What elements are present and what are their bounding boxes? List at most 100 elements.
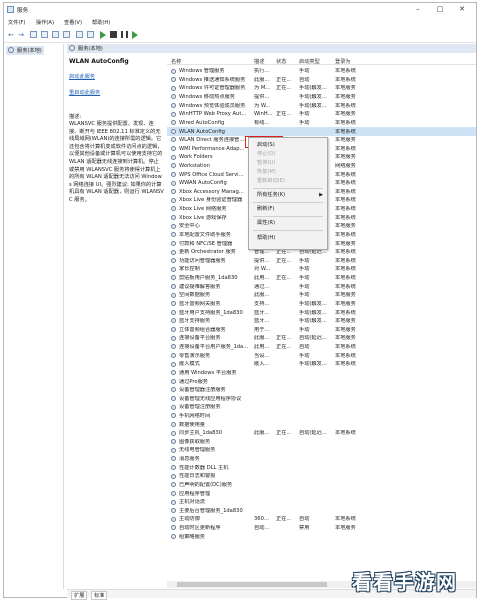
table-row[interactable]: 蓝牙音频网关服务 支持... 手动(触发... 本地服务 (167, 300, 476, 309)
table-row[interactable]: Windows 预览体验成员服务 为 W... 手动(触发... 本地系统 (167, 101, 476, 110)
table-row[interactable]: 组策略服务 (167, 532, 476, 541)
table-row[interactable]: Windows 管理服务 执行... 手动 本地系统 (167, 67, 476, 76)
cell-name: 连接设备平台服务 (179, 335, 221, 342)
menu-help[interactable]: 帮助(H) (92, 19, 110, 26)
table-row[interactable]: 剪贴板用户服务_1da830 此用... 正在... 手动 本地系统 (167, 274, 476, 283)
table-row[interactable]: 主要后台管理服务_1da830 (167, 507, 476, 516)
cell-start: 手动(触发... (299, 318, 327, 325)
table-row[interactable]: 空间数据服务 此服... 手动 本地服务 (167, 291, 476, 300)
cell-logon: 本地系统 (335, 128, 356, 135)
table-row[interactable]: 手机网络时间 (167, 412, 476, 421)
table-row[interactable]: 数据使用量 (167, 420, 476, 429)
cell-name: Work Folders (179, 154, 213, 161)
table-row[interactable]: 同步主机_1da830 此服... 正在... 自动(延迟... 本地系统 (167, 429, 476, 438)
table-row[interactable]: 应用程序管理 (167, 489, 476, 498)
table-row[interactable]: 通过Pro服务 (167, 377, 476, 386)
menu-item-stop[interactable]: 停止(O) (249, 150, 327, 159)
close-button[interactable]: ✕ (454, 4, 470, 14)
table-row[interactable]: 设备管理无线应用程序协议 (167, 395, 476, 404)
back-arrow-icon[interactable]: ← (7, 31, 15, 39)
properties-icon[interactable] (41, 31, 48, 38)
cell-name: Workstation (179, 163, 210, 169)
start-service-icon[interactable] (100, 31, 106, 39)
table-row[interactable]: WLAN AutoConfig 本地系统 (167, 127, 476, 136)
table-row[interactable]: Windows 许可证管理器服务 为 M... 正在... 手动(触发... 本地服务 (167, 84, 476, 93)
column-startup-type[interactable]: 启动类型 (299, 58, 320, 65)
menu-item-all-tasks[interactable]: 所有任务(K) ▶ (249, 191, 327, 200)
table-row[interactable]: 连接设备平台服务 此服... 正在... 自动(延迟... 本地服务 (167, 334, 476, 343)
menu-item-properties[interactable]: 属性(R) (249, 219, 327, 228)
table-row[interactable]: 通用 Windows 平台服务 (167, 369, 476, 378)
menu-item-pause[interactable]: 暂停(U) (249, 159, 327, 168)
refresh-icon[interactable] (52, 31, 59, 38)
table-row[interactable]: 性能计数器 DLL 主机 (167, 464, 476, 473)
table-row[interactable]: WinHTTP Web Proxy Aut... WinH... 正在... 手动 本地… (167, 110, 476, 119)
cell-name: 设备管理无线应用程序协议 (179, 395, 242, 402)
table-row[interactable]: 蓝牙支持服务 蓝牙... 手动(触发... 本地服务 (167, 317, 476, 326)
menu-item-refresh[interactable]: 刷新(F) (249, 205, 327, 214)
cell-logon: 本地服务 (335, 525, 356, 532)
service-gear-icon (171, 223, 176, 229)
forward-arrow-icon[interactable]: → (17, 31, 25, 39)
console-tree-icon[interactable] (30, 31, 37, 38)
column-name[interactable]: 名称 (171, 58, 181, 65)
table-row[interactable]: 无线电管理服务 (167, 446, 476, 455)
table-row[interactable]: 消息服务 (167, 455, 476, 464)
table-row[interactable]: 已声明的配置(DC)服务 (167, 481, 476, 490)
help-icon[interactable] (76, 31, 83, 38)
table-row[interactable]: 功能访问管理器服务 提供... 正在... 手动 本地系统 (167, 257, 476, 266)
table-row[interactable]: 连接设备平台用户服务_1da... 此用... 正在... 自动 本地系统 (167, 343, 476, 352)
cell-desc: 蓝牙... (254, 309, 270, 316)
table-row[interactable]: 设备管理注册服务 (167, 403, 476, 412)
restart-service-icon[interactable] (132, 31, 138, 39)
menu-item-restart[interactable]: 重新启动(E) (249, 177, 327, 186)
tab-extended[interactable]: 扩展 (71, 591, 88, 600)
table-row[interactable]: 设备管理器注册服务 (167, 386, 476, 395)
table-row[interactable]: 自动时区更新程序 自动... 禁用 本地服务 (167, 524, 476, 533)
pause-service-icon[interactable] (121, 31, 128, 38)
cell-logon: 本地服务 (335, 300, 356, 307)
cell-start: 手动 (299, 68, 310, 75)
menu-item-resume[interactable]: 恢复(M) (249, 168, 327, 177)
table-row[interactable]: 蓝牙用户支持服务_1da830 蓝牙... 手动(触发... 本地系统 (167, 308, 476, 317)
column-description[interactable]: 描述 (254, 58, 264, 65)
service-gear-icon (171, 189, 176, 195)
tree-item-services-local[interactable]: 服务(本地) (6, 46, 44, 55)
service-gear-icon (171, 490, 176, 496)
menu-item-help[interactable]: 帮助(H) (249, 234, 327, 243)
cell-logon: 本地系统 (335, 231, 356, 238)
restart-service-link[interactable]: 重启动此服务 (69, 90, 164, 97)
table-row[interactable]: 立体音频组合器服务 用于... 手动 本地服务 (167, 326, 476, 335)
cell-start: 手动 (299, 257, 310, 264)
menu-file[interactable]: 文件(F) (8, 19, 25, 26)
table-row[interactable]: 主动防御 360... 正在... 自动 本地系统 (167, 515, 476, 524)
scrollbar-thumb[interactable] (177, 582, 327, 587)
minimize-button[interactable]: – (410, 4, 426, 14)
tab-standard[interactable]: 标准 (91, 591, 108, 600)
cell-start: 自动 (299, 76, 310, 83)
menu-view[interactable]: 查看(V) (64, 19, 82, 26)
table-row[interactable]: 零售演示服务 当设... 手动 本地系统 (167, 351, 476, 360)
table-row[interactable]: 主机对话流 (167, 498, 476, 507)
cell-name: 主要后台管理服务_1da830 (179, 507, 243, 514)
show-hide-icon[interactable] (87, 31, 94, 38)
stop-service-icon[interactable] (110, 31, 117, 38)
export-list-icon[interactable] (63, 31, 70, 38)
cell-name: 主机对话流 (179, 499, 205, 506)
service-gear-icon (171, 77, 176, 83)
table-row[interactable]: Wired AutoConfig 有线... 手动 本地系统 (167, 119, 476, 128)
table-row[interactable]: 家长控制 对 W... 手动 本地系统 (167, 265, 476, 274)
menu-item-start[interactable]: 启动(S) (249, 141, 327, 150)
start-service-link[interactable]: 启动此服务 (69, 74, 164, 81)
table-row[interactable]: 图像获取服务 (167, 438, 476, 447)
table-row[interactable]: 建议疑难解答服务 通过... 手动 本地系统 (167, 283, 476, 292)
table-row[interactable]: 嵌入模式 嵌入... 手动(触发... 本地系统 (167, 360, 476, 369)
table-row[interactable]: 性能日志和警报 (167, 472, 476, 481)
column-status[interactable]: 状态 (276, 58, 286, 65)
column-log-on-as[interactable]: 登录为 (335, 58, 351, 65)
maximize-button[interactable]: □ (432, 4, 448, 14)
menu-action[interactable]: 操作(A) (36, 19, 54, 26)
table-row[interactable]: Windows 推送通知系统服务 此服... 正在... 自动 本地系统 (167, 76, 476, 85)
table-row[interactable]: Windows 移动热点服务 提供... 手动(触发... 本地服务 (167, 93, 476, 102)
cell-logon: 本地服务 (335, 137, 356, 144)
